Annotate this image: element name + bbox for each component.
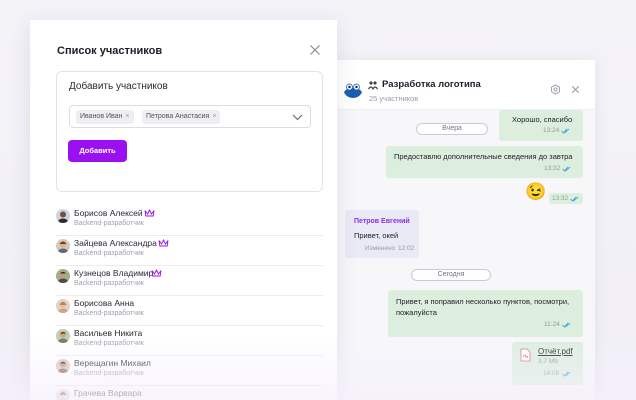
message-meta: 13:32 [549, 193, 583, 204]
chat-avatar[interactable] [343, 78, 363, 98]
double-check-icon [562, 322, 571, 328]
avatar [56, 269, 70, 283]
participant-role: Backend-разработчик [74, 340, 144, 347]
message-bubble[interactable]: Предоставлю дополнительные сведения до з… [386, 146, 583, 178]
chat-member-count: 25 участников [369, 94, 419, 103]
message-time: 13:32 [544, 165, 561, 172]
message-time: 13:32 [552, 195, 569, 202]
chat-messages: Хорошо, спасибо 13:24 Вчера Предоставлю … [337, 110, 595, 400]
message-text: Привет, окей [354, 231, 399, 240]
participant-name: Борисова Анна [74, 298, 135, 308]
message-time: 14:08 [543, 370, 560, 377]
incoming-message-bubble[interactable]: Петров Евгений Привет, окей Изменено 12:… [345, 210, 419, 258]
pdf-file-icon[interactable] [520, 348, 531, 362]
participant-row[interactable]: Борисов Алексей Backend-разработчик [56, 206, 323, 236]
participant-role: Backend-разработчик [74, 280, 144, 287]
selected-tag: Иванов Иван × [76, 110, 134, 124]
date-separator: Вчера [416, 123, 488, 135]
participant-name: Кузнецов Владимир [74, 268, 154, 278]
message-time: 12:02 [398, 245, 415, 252]
message-text: Предоставлю дополнительные сведения до з… [394, 152, 573, 161]
participant-row[interactable]: Зайцева Александра Backend-разработчик [56, 236, 323, 266]
participant-name: Борисов Алексей [74, 208, 143, 218]
message-sender: Петров Евгений [354, 218, 410, 225]
message-time: 11:24 [544, 321, 560, 328]
crown-icon [144, 209, 155, 217]
app-stage: Разработка логотипа 25 участников Хорошо… [0, 0, 636, 400]
participant-role: Backend-разработчик [74, 250, 144, 257]
date-separator: Сегодня [411, 269, 491, 281]
selected-tag: Петрова Анастасия × [142, 110, 221, 124]
avatar [56, 329, 70, 343]
participant-name: Грачева Варвара [74, 388, 142, 398]
participant-name: Зайцева Александра [74, 238, 157, 248]
message-edited-label: Изменено [365, 245, 396, 252]
participant-row[interactable]: Кузнецов Владимир Backend-разработчик [56, 266, 323, 296]
message-text: Привет, я поправил несколько пунктов, по… [396, 297, 570, 317]
avatar [56, 299, 70, 313]
emoji-message[interactable]: 😉 [524, 180, 548, 204]
participant-role: Backend-разработчик [74, 370, 144, 377]
tag-label: Петрова Анастасия [146, 113, 210, 120]
message-text: Хорошо, спасибо [512, 115, 573, 124]
file-name[interactable]: Отчёт.pdf [538, 347, 573, 356]
crown-icon [158, 239, 169, 247]
tag-remove-icon[interactable]: × [125, 113, 129, 120]
double-check-icon [570, 196, 579, 202]
avatar [56, 389, 70, 400]
participant-role: Backend-разработчик [74, 220, 144, 227]
participant-name: Верещагин Михаил [74, 358, 151, 368]
modal-title: Список участников [57, 45, 163, 57]
participant-name: Васильев Никита [74, 328, 143, 338]
message-time: 13:24 [543, 127, 560, 134]
participant-role: Backend-разработчик [74, 310, 144, 317]
group-icon [368, 81, 378, 90]
crown-icon [151, 269, 162, 277]
double-check-icon [561, 128, 570, 134]
file-message-bubble[interactable]: Отчёт.pdf 3,7 Mb 14:08 [512, 342, 583, 385]
message-bubble[interactable]: Привет, я поправил несколько пунктов, по… [388, 290, 583, 337]
participant-row[interactable]: Борисова Анна Backend-разработчик [56, 296, 323, 326]
add-participants-card: Добавить участников Иванов Иван × Петрова… [56, 71, 323, 192]
settings-icon[interactable] [550, 84, 561, 95]
participants-select[interactable]: Иванов Иван × Петрова Анастасия × [69, 105, 311, 128]
add-participants-title: Добавить участников [69, 81, 168, 92]
file-size: 3,7 Mb [538, 358, 558, 365]
participant-row[interactable]: Грачева Варвара Тестировщик [56, 386, 323, 400]
chat-panel: Разработка логотипа 25 участников Хорошо… [337, 60, 595, 400]
avatar [56, 209, 70, 223]
avatar [56, 359, 70, 373]
participant-row[interactable]: Васильев Никита Backend-разработчик [56, 326, 323, 356]
double-check-icon [562, 166, 571, 172]
avatar [56, 239, 70, 253]
chevron-down-icon[interactable] [292, 113, 303, 121]
chat-title: Разработка логотипа [382, 79, 481, 90]
double-check-icon [562, 371, 571, 377]
add-button[interactable]: Добавить [68, 140, 127, 162]
participants-modal: Список участников Добавить участников Ив… [30, 20, 337, 400]
chat-close-icon[interactable] [570, 84, 581, 95]
chat-header: Разработка логотипа 25 участников [337, 60, 595, 110]
tag-remove-icon[interactable]: × [212, 113, 216, 120]
close-icon[interactable] [309, 44, 321, 56]
participant-row[interactable]: Верещагин Михаил Backend-разработчик [56, 356, 323, 386]
tag-label: Иванов Иван [80, 113, 123, 120]
message-bubble[interactable]: Хорошо, спасибо 13:24 [499, 110, 583, 141]
